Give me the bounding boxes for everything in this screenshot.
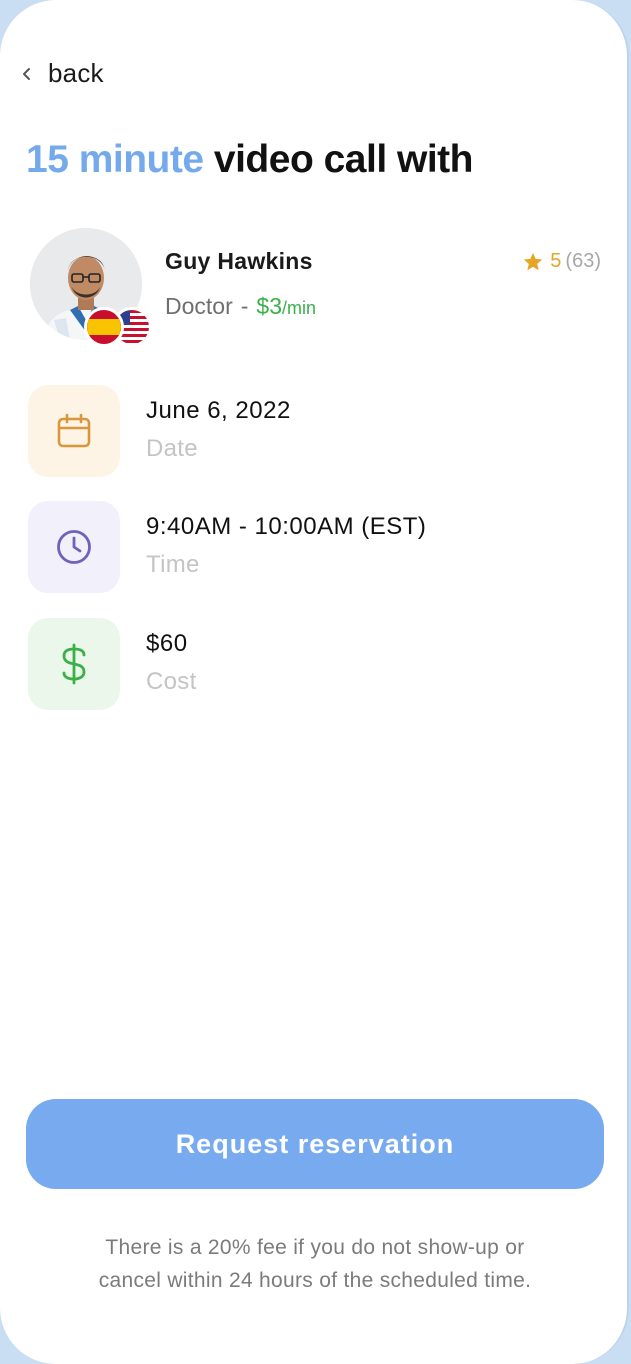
time-label: Time (146, 551, 200, 578)
cost-label: Cost (146, 668, 197, 695)
provider-name: Guy Hawkins (165, 248, 313, 274)
dollar-icon (62, 643, 86, 685)
clock-icon (57, 530, 91, 564)
provider-role-line: Doctor - $3 /min (165, 293, 316, 320)
date-icon-tile (28, 385, 120, 477)
provider-price: $3 (256, 293, 283, 319)
back-label: back (48, 58, 104, 88)
chevron-left-icon (23, 67, 30, 80)
cancellation-note: There is a 20% fee if you do not show-up… (40, 1231, 590, 1297)
cost-row: $60 Cost (28, 618, 588, 710)
provider-rating: 5 (63) (522, 250, 601, 273)
cost-value: $60 (146, 630, 188, 657)
note-line-1: There is a 20% fee if you do not show-up… (105, 1236, 525, 1259)
time-value: 9:40AM - 10:00AM (EST) (146, 513, 427, 540)
role-separator: - (240, 293, 249, 319)
time-icon-tile (28, 501, 120, 593)
rating-count: (63) (565, 250, 601, 272)
request-reservation-button[interactable]: Request reservation (26, 1099, 604, 1189)
rating-score: 5 (550, 250, 562, 272)
date-row: June 6, 2022 Date (28, 385, 588, 477)
note-line-2: cancel within 24 hours of the scheduled … (98, 1269, 532, 1292)
title-text: video call with (213, 138, 474, 181)
page-title: 15 minute video call with (26, 138, 473, 182)
star-icon (524, 252, 543, 270)
provider-avatar-group[interactable] (30, 228, 152, 347)
cost-icon-tile (28, 618, 120, 710)
calendar-icon (57, 413, 91, 448)
date-label: Date (146, 435, 198, 462)
spanish-flag-icon (84, 307, 124, 347)
date-value: June 6, 2022 (146, 397, 291, 424)
provider-role: Doctor (165, 293, 233, 319)
title-duration: 15 minute (26, 138, 204, 181)
reservation-screen: back 15 minute video call with Guy Hawki… (0, 0, 629, 1364)
back-button[interactable]: back (20, 58, 104, 89)
time-row: 9:40AM - 10:00AM (EST) Time (28, 501, 588, 593)
provider-price-unit: /min (282, 298, 317, 318)
